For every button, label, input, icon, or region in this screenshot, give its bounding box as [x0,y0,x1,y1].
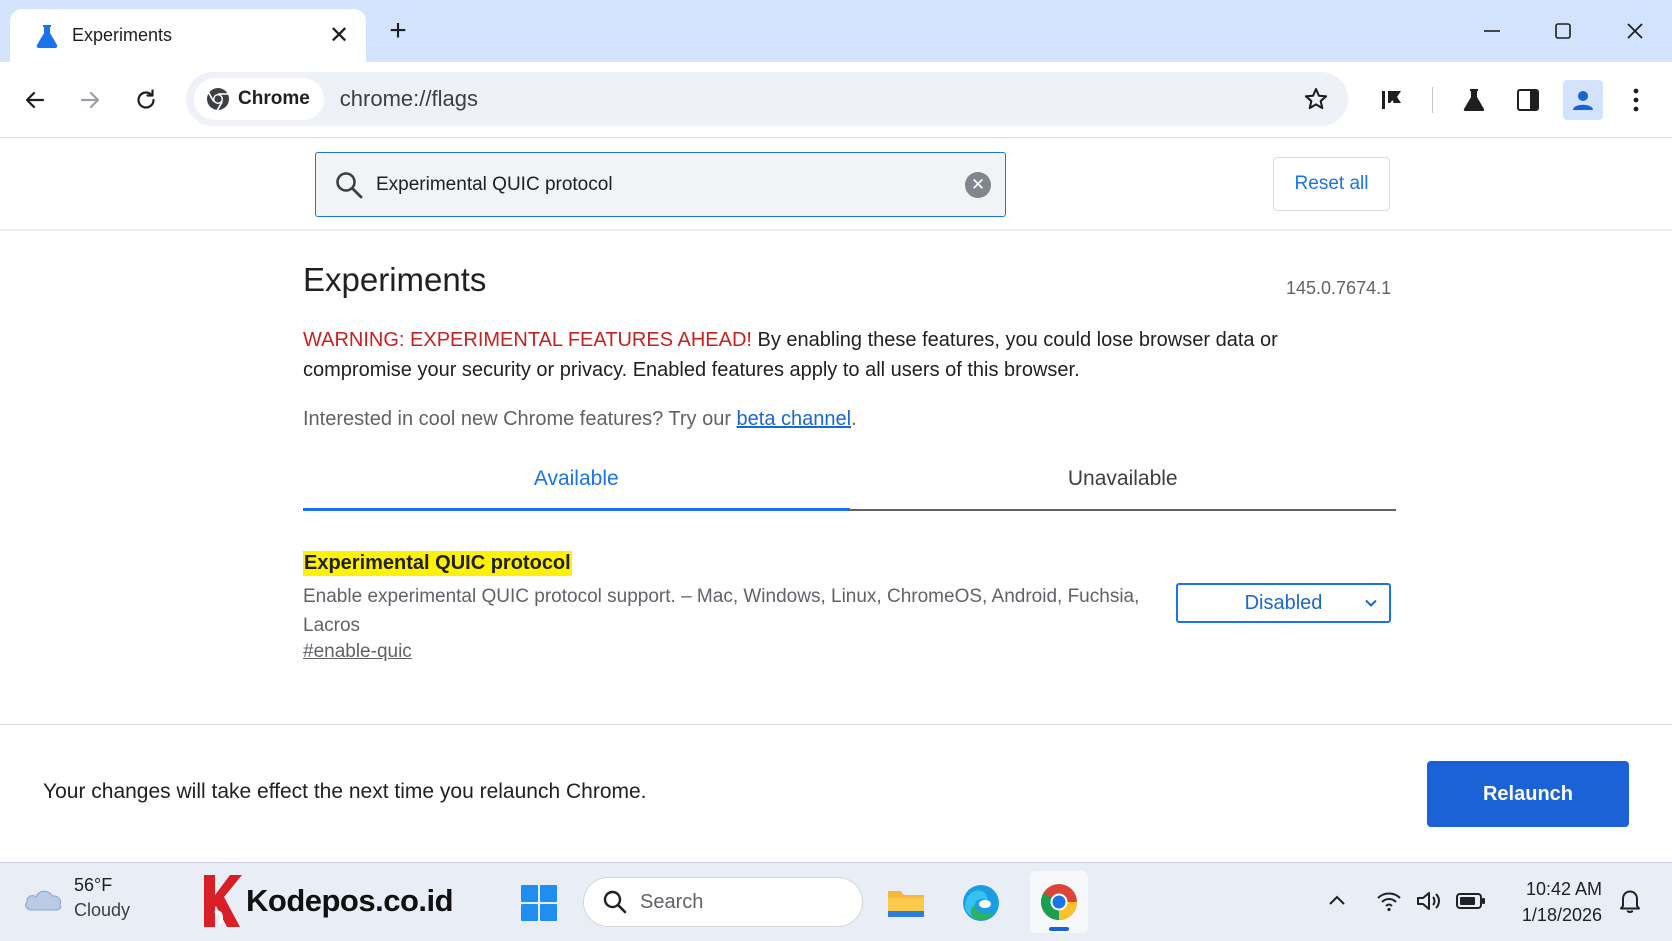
flags-tabs: Available Unavailable [303,459,1396,511]
windows-start-icon[interactable] [513,877,565,929]
cloud-icon [25,890,62,911]
beta-promo: Interested in cool new Chrome features? … [303,408,857,431]
warning-label: WARNING: EXPERIMENTAL FEATURES AHEAD! [303,329,752,351]
reset-all-button[interactable]: Reset all [1273,157,1390,211]
close-window-icon[interactable] [1615,14,1655,48]
relaunch-button[interactable]: Relaunch [1427,761,1629,827]
more-icon[interactable] [1616,80,1656,120]
wifi-icon[interactable] [1373,885,1405,917]
search-icon [603,890,627,914]
title-bar: Experiments ✕ + [0,0,1672,62]
promo-end: . [851,408,857,430]
brand-watermark: Kodepos.co.id [200,873,454,929]
back-icon[interactable] [15,80,55,120]
brand-text: Kodepos.co.id [246,883,454,918]
address-bar[interactable]: Chrome chrome://flags [186,72,1348,126]
reload-icon[interactable] [126,80,166,120]
maximize-icon[interactable] [1543,14,1583,48]
profile-icon[interactable] [1563,80,1603,120]
weather-widget[interactable]: 56°F Cloudy [22,873,130,923]
browser-tab[interactable]: Experiments ✕ [10,9,366,62]
taskbar-search[interactable]: Search [583,877,863,927]
clock-date: 1/18/2026 [1521,905,1602,925]
brand-logo-icon [204,875,242,927]
flag-permalink[interactable]: #enable-quic [303,641,412,663]
file-explorer-icon[interactable] [880,877,932,929]
labs-icon[interactable] [1454,80,1494,120]
flags-search-box[interactable]: ✕ [315,152,1006,217]
battery-icon[interactable] [1455,885,1487,917]
clock-time: 10:42 AM [1525,879,1602,899]
flags-content: Experiments 145.0.7674.1 WARNING: EXPERI… [0,231,1672,724]
toolbar-divider [1432,87,1433,113]
version-number: 145.0.7674.1 [1286,278,1392,298]
flag-state-select[interactable]: Disabled [1176,583,1391,623]
site-info-chip[interactable]: Chrome [194,78,324,120]
close-icon[interactable]: ✕ [326,21,352,50]
chrome-logo-icon [207,88,229,111]
minimize-icon[interactable] [1472,14,1512,48]
chip-label: Chrome [238,88,310,109]
volume-icon[interactable] [1413,885,1445,917]
star-icon[interactable] [1296,79,1336,119]
tab-available[interactable]: Available [303,459,850,511]
search-icon [336,171,363,198]
weather-temp: 56°F [74,875,113,895]
chrome-icon[interactable] [1030,871,1088,933]
browser-toolbar: Chrome chrome://flags [0,62,1672,138]
flag-name: Experimental QUIC protocol [303,551,572,576]
flag-state-value: Disabled [1244,591,1323,614]
relaunch-bar: Your changes will take effect the next t… [0,724,1672,862]
relaunch-message: Your changes will take effect the next t… [43,780,647,803]
clear-icon[interactable]: ✕ [965,171,991,198]
plus-icon[interactable]: + [383,14,413,48]
flag-entry: Experimental QUIC protocol Enable experi… [303,551,1396,663]
beta-channel-link[interactable]: beta channel [737,408,852,430]
flags-header: ✕ Reset all [0,138,1672,231]
reading-list-icon[interactable] [1372,80,1412,120]
page-title: Experiments [303,261,487,298]
tab-unavailable[interactable]: Unavailable [850,459,1397,509]
edge-icon[interactable] [955,877,1007,929]
chevron-down-icon [1365,599,1377,607]
promo-text: Interested in cool new Chrome features? … [303,408,737,430]
chevron-up-icon[interactable] [1321,885,1353,917]
search-input[interactable] [376,173,965,196]
taskbar-search-label: Search [640,890,704,913]
bell-icon[interactable] [1614,885,1646,917]
url-text[interactable]: chrome://flags [340,86,1296,112]
weather-condition: Cloudy [74,900,131,920]
forward-icon[interactable] [70,80,110,120]
flask-icon [36,24,58,48]
system-clock[interactable]: 10:42 AM 1/18/2026 [1506,876,1602,928]
active-app-indicator [1049,927,1069,931]
warning-message: WARNING: EXPERIMENTAL FEATURES AHEAD! By… [303,325,1313,385]
side-panel-icon[interactable] [1508,80,1548,120]
flag-description: Enable experimental QUIC protocol suppor… [303,586,1140,636]
taskbar: 56°F Cloudy Kodepos.co.id Search 10:42 A… [0,862,1672,941]
tab-title: Experiments [72,25,173,45]
